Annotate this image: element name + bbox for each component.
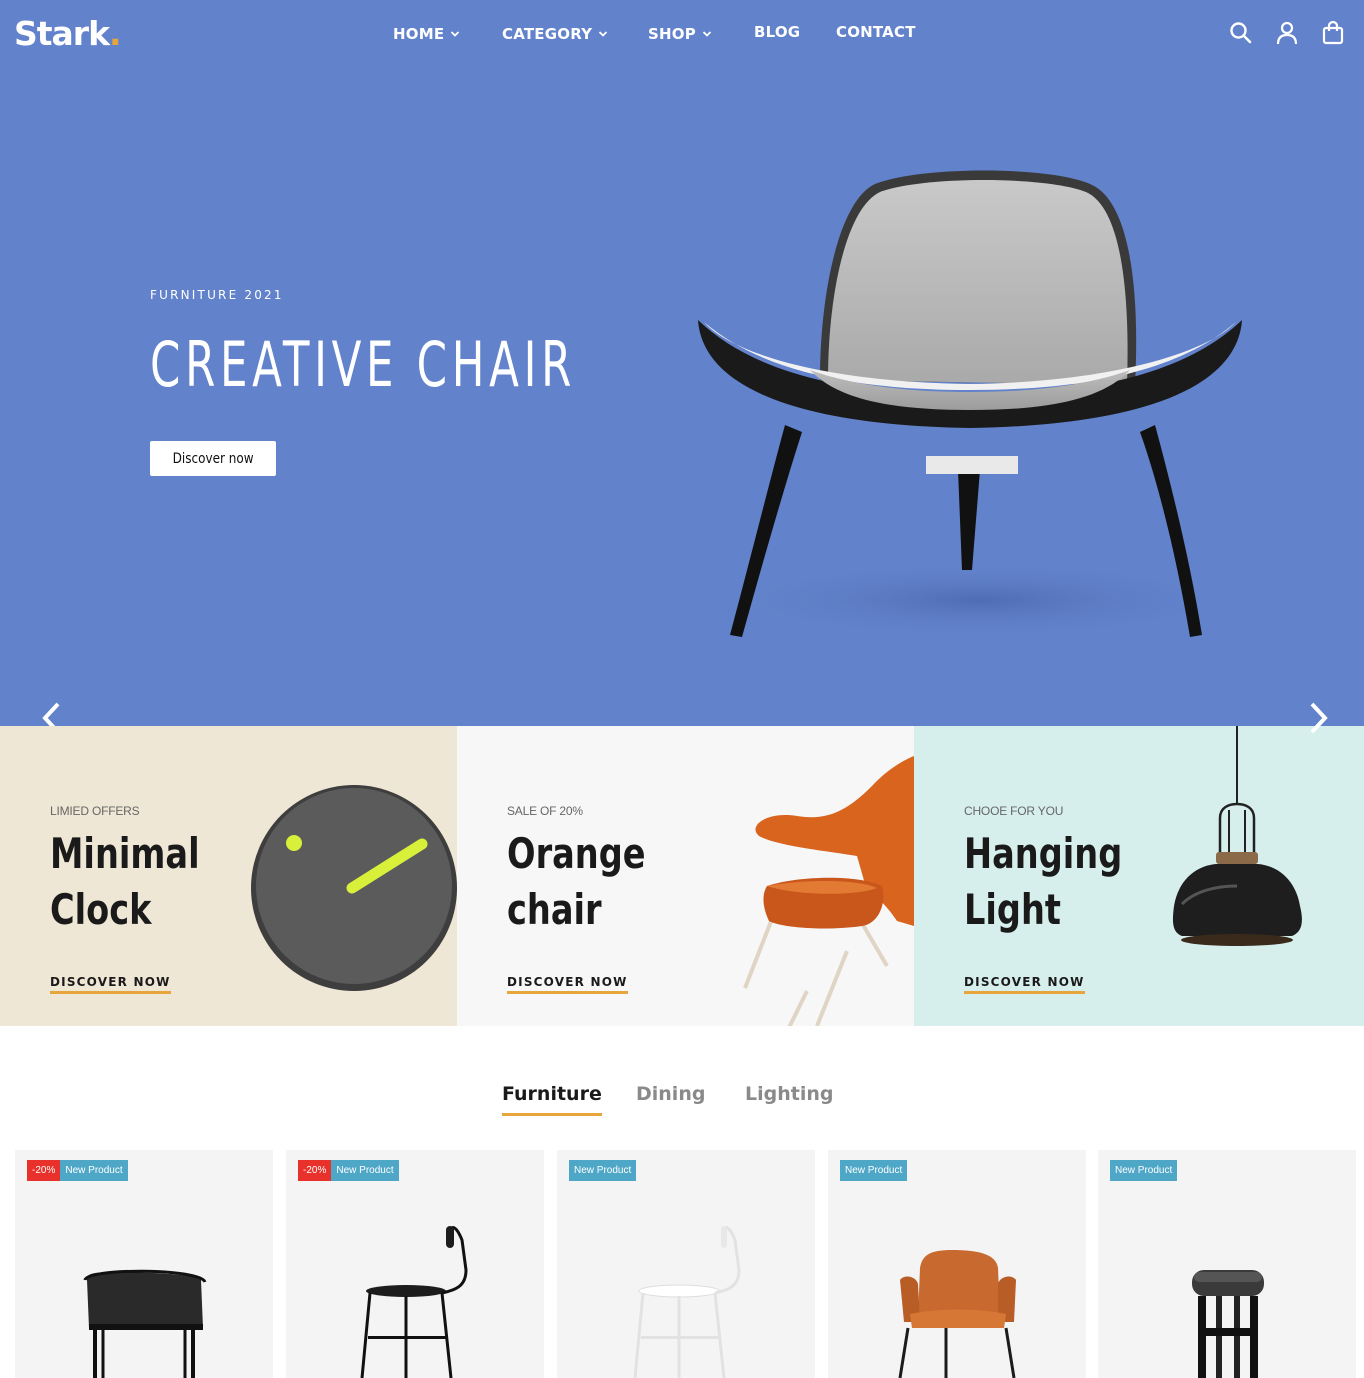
product-image [360,1226,468,1378]
tab-furniture[interactable]: Furniture [502,1083,602,1116]
product-card[interactable]: -20% New Product [286,1150,544,1378]
hero-slider: Stark. HOME CATEGORY SHOP BLOG CONTACT F… [0,0,1364,726]
product-badges: New Product [569,1160,637,1181]
banner-tag: SALE OF 20% [507,804,583,818]
bag-icon[interactable] [1320,20,1346,46]
hero-title: CREATIVE CHAIR [150,328,576,401]
product-badges: New Product [1110,1160,1178,1181]
nav-item-label: CATEGORY [502,25,593,43]
nav-item-label: BLOG [754,23,801,41]
main-nav: HOME CATEGORY SHOP BLOG CONTACT [0,23,1364,49]
product-image [633,1226,741,1378]
clock-image [251,785,457,991]
slider-prev-icon[interactable] [38,700,66,726]
discover-now-link[interactable]: DISCOVER NOW [964,975,1085,994]
product-card[interactable]: -20% New Product [15,1150,273,1378]
chevron-down-icon [451,31,460,37]
sale-badge: -20% [298,1160,332,1181]
nav-item-contact[interactable]: CONTACT [836,23,916,41]
product-grid: -20% New Product -20% New Product New Pr… [0,1150,1364,1378]
banner-orange-chair[interactable]: SALE OF 20% Orange chair DISCOVER NOW [457,726,914,1026]
new-product-badge: New Product [60,1160,128,1181]
banner-title: Orange chair [507,829,646,934]
product-badges: -20% New Product [27,1160,128,1181]
new-product-badge: New Product [331,1160,399,1181]
product-image [1192,1270,1264,1378]
user-icon[interactable] [1274,20,1300,46]
banner-tag: LIMIED OFFERS [50,804,140,818]
header-icons [1228,20,1346,46]
promo-banners: LIMIED OFFERS Minimal Clock DISCOVER NOW… [0,726,1364,1026]
product-card[interactable]: New Product [1098,1150,1356,1378]
chevron-down-icon [599,31,608,37]
nav-item-shop[interactable]: SHOP [648,25,712,43]
new-product-badge: New Product [569,1160,637,1181]
product-image [83,1269,207,1378]
hero-chair-image [698,170,1242,640]
banner-title: Hanging Light [964,829,1123,934]
hero-subtitle: FURNITURE 2021 [150,288,284,302]
nav-item-home[interactable]: HOME [393,25,460,43]
slider-next-icon[interactable] [1304,700,1332,736]
tab-dining[interactable]: Dining [636,1083,705,1105]
discover-now-link[interactable]: DISCOVER NOW [50,975,171,994]
nav-item-label: SHOP [648,25,696,43]
orange-chair-image [743,756,914,1026]
tab-lighting[interactable]: Lighting [745,1083,833,1105]
discover-now-button[interactable]: Discover now [150,441,276,476]
nav-item-label: CONTACT [836,23,916,41]
nav-item-category[interactable]: CATEGORY [502,25,608,43]
banner-minimal-clock[interactable]: LIMIED OFFERS Minimal Clock DISCOVER NOW [0,726,457,1026]
new-product-badge: New Product [1110,1160,1178,1181]
product-tabs: Furniture Dining Lighting [0,1083,1364,1123]
banner-hanging-light[interactable]: CHOOE FOR YOU Hanging Light DISCOVER NOW [914,726,1364,1026]
product-card[interactable]: New Product [828,1150,1086,1378]
product-badges: -20% New Product [298,1160,399,1181]
nav-item-label: HOME [393,25,445,43]
product-card[interactable]: New Product [557,1150,815,1378]
hanging-light-image [1172,726,1302,946]
nav-item-blog[interactable]: BLOG [754,23,800,41]
product-badges: New Product [840,1160,908,1181]
banner-tag: CHOOE FOR YOU [964,804,1064,818]
banner-title: Minimal Clock [50,829,200,934]
sale-badge: -20% [27,1160,61,1181]
discover-now-link[interactable]: DISCOVER NOW [507,975,628,994]
chevron-down-icon [702,31,712,37]
new-product-badge: New Product [840,1160,908,1181]
search-icon[interactable] [1228,20,1254,46]
product-image [898,1250,1016,1378]
